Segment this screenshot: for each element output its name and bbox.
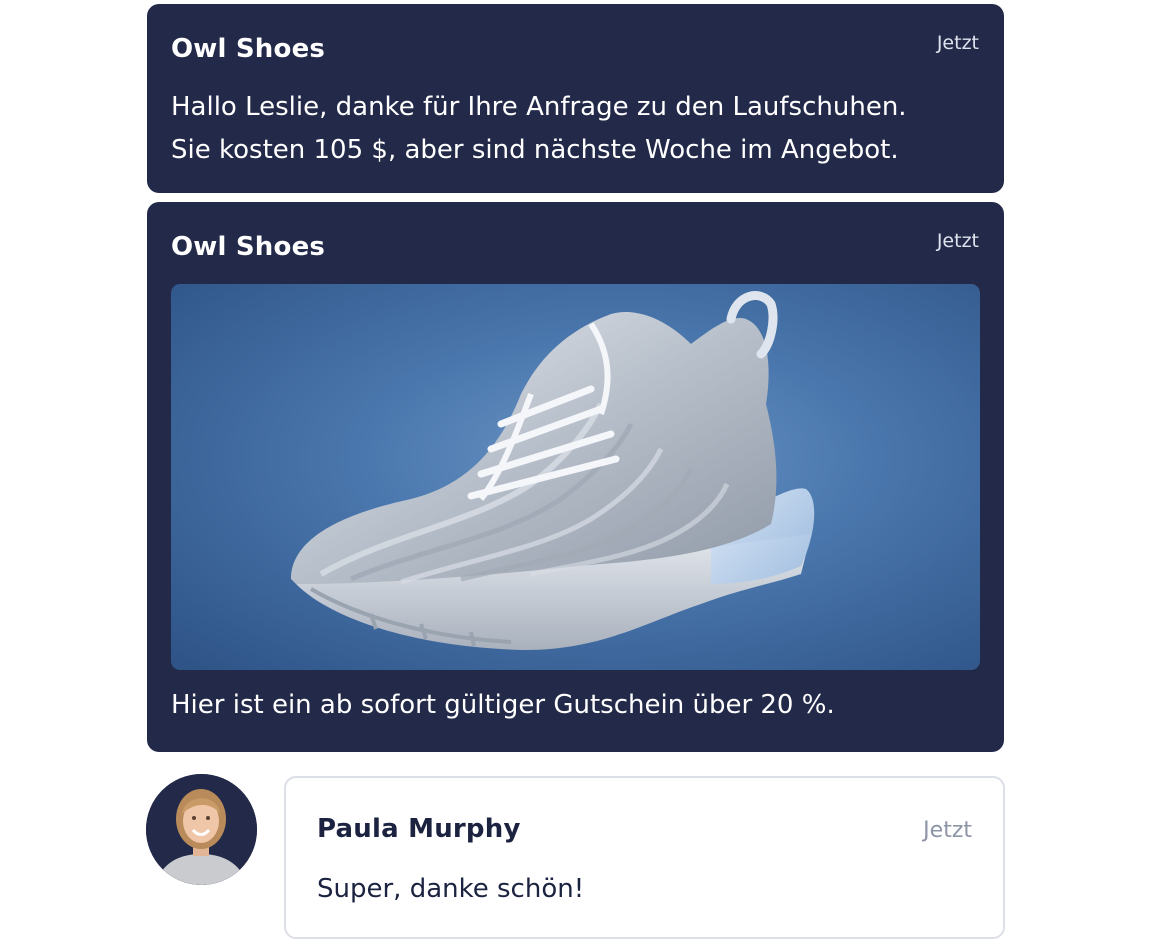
message-timestamp: Jetzt [936,230,979,252]
message-card-owl-shoes-1: Owl Shoes Jetzt Hallo Leslie, danke für … [147,4,1004,193]
reply-message-card: Paula Murphy Jetzt Super, danke schön! [284,776,1005,939]
message-sender: Owl Shoes [171,232,326,262]
message-text-line: Sie kosten 105 $, aber sind nächste Woch… [171,135,899,165]
message-text: Hier ist ein ab sofort gültiger Gutschei… [171,690,835,720]
product-image[interactable] [171,284,980,670]
running-shoe-illustration [291,291,815,650]
woman-avatar-photo [146,774,257,885]
avatar [146,774,257,885]
message-card-owl-shoes-2: Owl Shoes Jetzt Hier ist ein ab sofort g… [147,202,1004,752]
reply-sender: Paula Murphy [317,814,521,844]
message-timestamp: Jetzt [936,32,979,54]
reply-timestamp: Jetzt [923,818,972,843]
message-text-line: Hallo Leslie, danke für Ihre Anfrage zu … [171,92,907,122]
reply-text: Super, danke schön! [317,874,585,904]
message-text: Hallo Leslie, danke für Ihre Anfrage zu … [171,86,984,172]
message-sender: Owl Shoes [171,34,326,64]
